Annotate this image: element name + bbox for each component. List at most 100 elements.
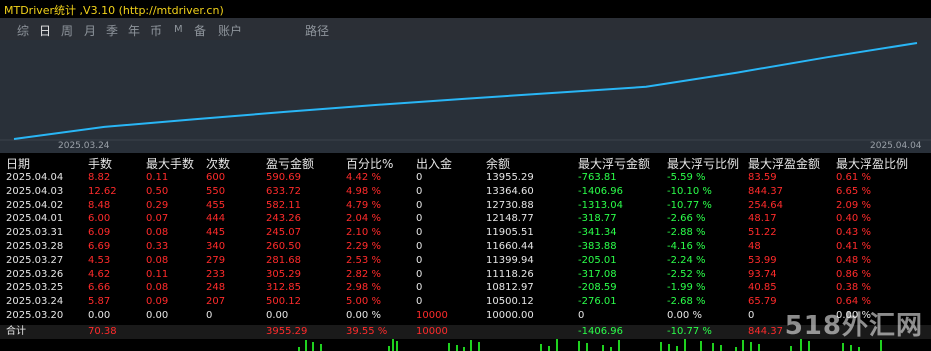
cell-date: 2025.03.20 (6, 310, 64, 321)
table-row[interactable]: 2025.03.31 6.09 0.08 445 245.07 2.10 % 0 11905.… (0, 227, 931, 239)
tab-m[interactable]: M (174, 24, 183, 35)
cell-max-float-loss: -341.34 (578, 227, 617, 239)
volume-bar (578, 341, 580, 351)
table-row[interactable]: 2025.03.25 6.66 0.08 248 312.85 2.98 % 0 10812.… (0, 282, 931, 294)
total-max-float-loss: -1406.96 (578, 326, 623, 337)
cell-date: 2025.03.25 (6, 282, 64, 294)
cell-max-float-profit: 0 (748, 310, 755, 321)
tab-summary[interactable]: 综 (17, 22, 29, 39)
volume-bar (305, 340, 307, 351)
volume-bar (312, 342, 314, 351)
cell-balance: 12730.88 (486, 199, 534, 211)
total-max-float-loss-pct: -10.77 % (667, 326, 712, 337)
cell-lots: 4.62 (88, 268, 111, 280)
cell-max-float-loss-pct: -4.16 % (667, 241, 706, 252)
cell-percent: 4.42 % (346, 172, 381, 183)
cell-max-lots: 0.11 (146, 172, 169, 183)
cell-max-float-loss-pct: 0.00 % (667, 310, 702, 321)
cell-percent: 2.04 % (346, 213, 381, 225)
tab-quarter[interactable]: 季 (106, 22, 118, 39)
cell-count: 233 (206, 268, 226, 280)
cell-deposit: 0 (416, 172, 423, 183)
cell-balance: 13955.29 (486, 172, 534, 183)
volume-bar (478, 342, 480, 351)
tab-year[interactable]: 年 (128, 22, 140, 39)
cell-pnl: 245.07 (266, 227, 301, 239)
tab-month[interactable]: 月 (84, 22, 96, 39)
cell-date: 2025.04.03 (6, 185, 64, 197)
cell-max-float-loss: 0 (578, 310, 585, 321)
window-title: MTDriver统计 ,V3.10 (http://mtdriver.cn) (4, 4, 224, 17)
cell-deposit: 0 (416, 213, 423, 225)
table-row[interactable]: 2025.04.03 12.62 0.50 550 633.72 4.98 % 0 13364… (0, 186, 931, 198)
x-tick-label: 2025.03.24 (58, 141, 110, 151)
cell-max-float-profit: 93.74 (748, 268, 777, 280)
table-row[interactable]: 2025.04.02 8.48 0.29 455 582.11 4.79 % 0 12730.… (0, 200, 931, 212)
cell-max-float-profit: 844.37 (748, 185, 783, 197)
header-balance[interactable]: 余额 (486, 155, 510, 172)
cell-pnl: 312.85 (266, 282, 301, 294)
cell-max-lots: 0.09 (146, 296, 169, 308)
header-max-float-profit[interactable]: 最大浮盈金额 (748, 155, 820, 172)
header-max-float-profit-pct[interactable]: 最大浮盈比例 (836, 155, 908, 172)
cell-max-float-profit: 48 (748, 241, 761, 252)
header-max-lots[interactable]: 最大手数 (146, 155, 194, 172)
cell-percent: 2.98 % (346, 282, 381, 294)
cell-pnl: 260.50 (266, 241, 301, 252)
volume-bar (470, 340, 472, 351)
cell-max-lots: 0.50 (146, 185, 169, 197)
cell-pnl: 281.68 (266, 254, 301, 266)
table-row[interactable]: 2025.04.04 8.82 0.11 600 590.69 4.42 % 0 13955.… (0, 172, 931, 184)
header-max-float-loss-pct[interactable]: 最大浮亏比例 (667, 155, 739, 172)
tab-account[interactable]: 账户 (218, 22, 242, 39)
volume-bar (842, 343, 844, 351)
cell-max-float-loss-pct: -1.99 % (667, 282, 706, 294)
cell-max-lots: 0.08 (146, 282, 169, 294)
volume-bar (712, 343, 714, 351)
table-row[interactable]: 2025.03.28 6.69 0.33 340 260.50 2.29 % 0 11660.… (0, 241, 931, 253)
cell-pnl: 633.72 (266, 185, 301, 197)
total-max-float-profit: 844.37 (748, 326, 783, 337)
period-tab-bar: 综 日 周 月 季 年 币 M 备 账户 路径 (0, 18, 931, 40)
cell-max-float-profit: 40.85 (748, 282, 777, 294)
header-percent[interactable]: 百分比% (346, 155, 393, 172)
header-date[interactable]: 日期 (6, 155, 30, 172)
cell-max-lots: 0.11 (146, 268, 169, 280)
header-max-float-loss[interactable]: 最大浮亏金额 (578, 155, 650, 172)
cell-date: 2025.03.24 (6, 296, 64, 308)
tab-day[interactable]: 日 (39, 22, 51, 39)
volume-bar (396, 341, 398, 351)
cell-balance: 11660.44 (486, 241, 534, 252)
tab-currency[interactable]: 币 (150, 22, 162, 39)
cell-max-float-profit-pct: 0.48 % (836, 254, 871, 266)
cell-deposit: 0 (416, 254, 423, 266)
cell-lots: 8.48 (88, 199, 111, 211)
tab-notes[interactable]: 备 (194, 22, 206, 39)
tab-path[interactable]: 路径 (305, 22, 329, 39)
cell-count: 600 (206, 172, 226, 183)
cell-deposit: 0 (416, 282, 423, 294)
tab-week[interactable]: 周 (61, 22, 73, 39)
header-deposit[interactable]: 出入金 (416, 155, 452, 172)
cell-percent: 2.82 % (346, 268, 381, 280)
cell-max-float-profit-pct: 0.40 % (836, 213, 871, 225)
volume-bar (742, 340, 744, 351)
cell-max-lots: 0.33 (146, 241, 169, 252)
table-row[interactable]: 2025.04.01 6.00 0.07 444 243.26 2.04 % 0 12148.… (0, 213, 931, 225)
table-row[interactable]: 2025.03.26 4.62 0.11 233 305.29 2.82 % 0 11118.… (0, 269, 931, 281)
table-row[interactable]: 2025.03.27 4.53 0.08 279 281.68 2.53 % 0 11399.… (0, 255, 931, 267)
cell-max-float-profit: 53.99 (748, 254, 777, 266)
volume-bar (700, 341, 702, 351)
cell-max-float-profit-pct: 0.61 % (836, 172, 871, 183)
volume-bar (668, 344, 670, 351)
cell-count: 550 (206, 185, 226, 197)
cell-max-float-loss-pct: -10.10 % (667, 185, 712, 197)
cell-balance: 11399.94 (486, 254, 534, 266)
header-count[interactable]: 次数 (206, 155, 230, 172)
header-pnl[interactable]: 盈亏金额 (266, 155, 314, 172)
cell-count: 455 (206, 199, 226, 211)
volume-bar (790, 346, 792, 351)
cell-max-float-loss-pct: -2.24 % (667, 254, 706, 266)
cell-lots: 6.69 (88, 241, 111, 252)
header-lots[interactable]: 手数 (88, 155, 112, 172)
